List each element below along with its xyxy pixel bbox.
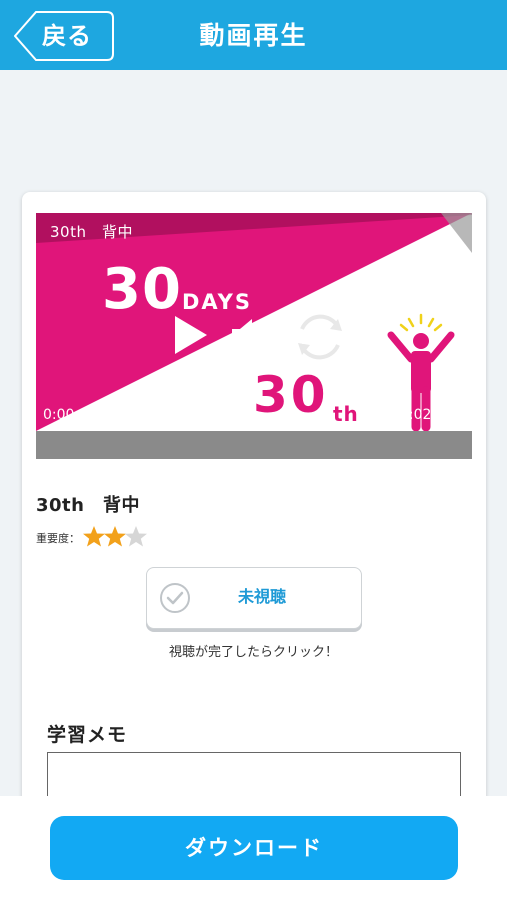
total-time: 0:02:11 (400, 407, 454, 423)
video-days-number: 30 (102, 257, 182, 322)
header-bar: 戻る 動画再生 (0, 0, 507, 70)
volume-button[interactable] (230, 317, 278, 359)
play-icon (175, 316, 207, 354)
volume-icon (232, 319, 271, 353)
download-button[interactable]: ダウンロード (50, 816, 458, 880)
video-day-suffix: th (333, 402, 359, 426)
importance-label: 重要度： (36, 532, 80, 545)
importance-stars (82, 525, 147, 548)
video-day-number: 30 (253, 366, 329, 424)
current-time: 0:00:00 (43, 407, 97, 423)
star-icon (125, 525, 147, 546)
speed-icon: x1.0 (298, 314, 342, 360)
watch-hint: 視聴が完了したらクリック！ (168, 645, 338, 660)
memo-title: 学習メモ (47, 724, 128, 746)
video-title: 30th 背中 (36, 495, 140, 516)
speed-button[interactable]: x1.0 (292, 311, 348, 367)
speed-label: x1.0 (301, 329, 338, 349)
video-days-label: DAYS (182, 290, 253, 314)
mark-watched-button[interactable]: 未視聴 (146, 567, 362, 629)
seek-bar[interactable] (36, 431, 472, 459)
video-player[interactable]: 30th 背中 30 DAYS 30 th x1.0 0:00:00 0:02:… (36, 213, 472, 459)
page-title: 動画再生 (199, 21, 308, 50)
watch-status-label: 未視聴 (237, 587, 286, 606)
video-chapter-label: 30th 背中 (50, 223, 133, 241)
play-button[interactable] (172, 314, 210, 360)
importance-rating: 重要度： (36, 523, 147, 549)
